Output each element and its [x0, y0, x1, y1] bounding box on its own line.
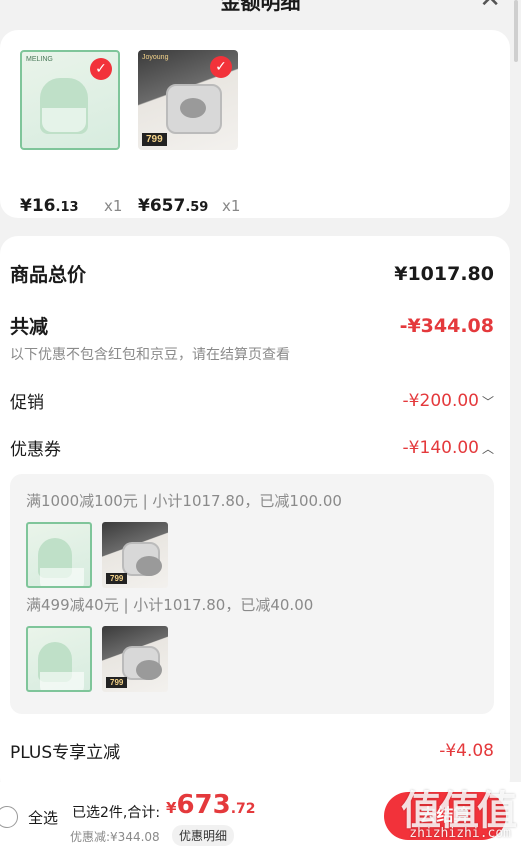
reduce-row: 共减 -¥344.08: [10, 312, 494, 339]
discount-detail-button[interactable]: 优惠明细: [172, 825, 235, 846]
plus-row: PLUS专享立减 -¥4.08: [10, 738, 494, 764]
checkout-bar: 全选 已选2件,合计: ¥673.72 优惠减:¥344.08 优惠明细 去结算: [0, 782, 521, 854]
coupon-product-image: [26, 626, 92, 692]
total-row: 商品总价 ¥1017.80: [10, 260, 494, 287]
discount-amount: 优惠减:¥344.08: [70, 830, 160, 844]
coupon-details: 满1000减100元 | 小计1017.80，已减100.00 799 满499…: [10, 474, 494, 714]
promo-value: -¥200.00: [402, 390, 479, 411]
coupon-product-image: [26, 522, 92, 588]
checkout-button[interactable]: 去结算: [384, 792, 506, 840]
reduce-value: -¥344.08: [399, 314, 494, 337]
price-badge: 799: [106, 573, 128, 584]
rice-cooker-illustration: [122, 646, 162, 680]
coupon-label: 优惠券: [10, 440, 61, 460]
rice-cooker-illustration: [122, 542, 162, 576]
total-amount: ¥673.72: [166, 790, 256, 820]
close-icon[interactable]: ✕: [479, 0, 501, 14]
product-image[interactable]: Joyoung 799 ✓: [138, 50, 238, 150]
brand-logo: Joyoung: [142, 54, 169, 61]
plus-label: PLUS专享立减: [10, 743, 121, 763]
coupon-value-wrap[interactable]: -¥140.00 ︿: [403, 438, 494, 458]
product-image[interactable]: MELING ✓: [20, 50, 120, 150]
total-label: 商品总价: [10, 264, 87, 286]
chevron-up-icon[interactable]: ︿: [482, 442, 494, 456]
product-qty: x1: [104, 197, 123, 215]
coupon-product-image: 799: [102, 522, 168, 588]
price-badge: 799: [142, 133, 167, 146]
selected-products-card: MELING ✓ ¥16.13 x1 Joyoung 799 ✓ ¥657.59…: [0, 30, 510, 218]
selected-info: 已选2件,合计:: [72, 805, 161, 821]
total-value: ¥1017.80: [394, 262, 494, 285]
price-badge: 799: [106, 677, 128, 688]
coupon-line: 满499减40元 | 小计1017.80，已减40.00: [26, 596, 314, 614]
checked-icon[interactable]: ✓: [210, 56, 232, 78]
checked-icon[interactable]: ✓: [90, 58, 112, 80]
product-price: ¥657.59: [138, 196, 209, 216]
coupon-line: 满1000减100元 | 小计1017.80，已减100.00: [26, 492, 342, 510]
chopper-illustration: [38, 538, 84, 586]
select-all-label[interactable]: 全选: [28, 807, 58, 828]
product-price: ¥16.13: [20, 196, 79, 216]
coupon-product-image: 799: [102, 626, 168, 692]
brand-logo: MELING: [26, 56, 53, 63]
promo-value-wrap[interactable]: -¥200.00 ﹀: [403, 391, 494, 411]
product-item[interactable]: Joyoung 799 ✓ ¥657.59 x1: [138, 50, 240, 216]
scrollbar[interactable]: [514, 0, 518, 62]
chopper-illustration: [38, 642, 84, 690]
reduce-label: 共减: [10, 316, 49, 338]
rice-cooker-illustration: [166, 84, 222, 134]
discount-note: 以下优惠不包含红包和京豆，请在结算页查看: [10, 347, 290, 363]
product-qty: x1: [222, 197, 241, 215]
product-item[interactable]: MELING ✓ ¥16.13 x1: [20, 50, 122, 216]
plus-value: -¥4.08: [439, 740, 494, 761]
sheet-title: 金额明细: [220, 0, 301, 14]
promo-label: 促销: [10, 393, 44, 413]
price-summary-card: 商品总价 ¥1017.80 共减 -¥344.08 以下优惠不包含红包和京豆，请…: [0, 236, 510, 796]
chopper-illustration: [40, 78, 88, 134]
coupon-value: -¥140.00: [402, 437, 479, 458]
promo-row[interactable]: 促销 -¥200.00 ﹀: [10, 388, 494, 414]
select-all-radio[interactable]: [0, 806, 18, 828]
chevron-down-icon[interactable]: ﹀: [482, 395, 494, 409]
coupon-row[interactable]: 优惠券 -¥140.00 ︿: [10, 435, 494, 461]
